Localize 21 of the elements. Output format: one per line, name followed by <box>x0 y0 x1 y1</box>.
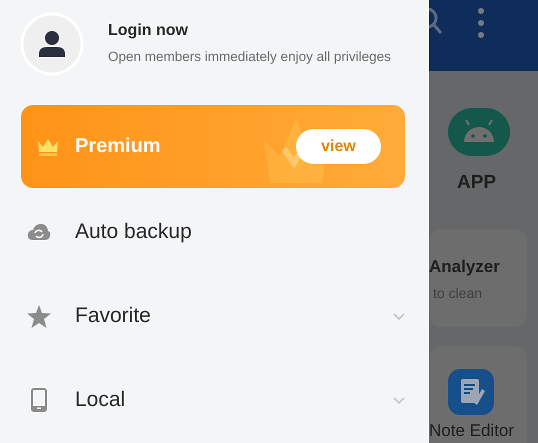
card-title: Note Editor <box>429 421 514 441</box>
note-icon <box>448 369 494 415</box>
premium-label: Premium <box>75 135 162 158</box>
menu-item-label: Auto backup <box>75 220 193 244</box>
star-icon <box>27 304 51 328</box>
chevron-down-icon[interactable] <box>393 396 405 404</box>
menu-item-label: Local <box>75 388 126 412</box>
crown-icon <box>36 136 60 156</box>
avatar-icon[interactable] <box>20 12 84 76</box>
menu-item[interactable]: Favorite <box>0 274 429 358</box>
app-label: APP <box>457 172 496 194</box>
menu-item[interactable]: Local <box>0 358 429 442</box>
login-subtitle: Open members immediately enjoy all privileges <box>108 49 391 64</box>
chevron-down-icon[interactable] <box>393 312 405 320</box>
login-title[interactable]: Login now <box>108 22 391 40</box>
card-title: Analyzer <box>429 257 500 277</box>
more-menu-icon[interactable] <box>478 8 484 38</box>
android-app-icon[interactable] <box>448 108 510 156</box>
menu-item-label: Favorite <box>75 304 152 328</box>
menu-item[interactable]: Auto backup <box>0 190 429 274</box>
cloud-sync-icon <box>27 223 51 241</box>
